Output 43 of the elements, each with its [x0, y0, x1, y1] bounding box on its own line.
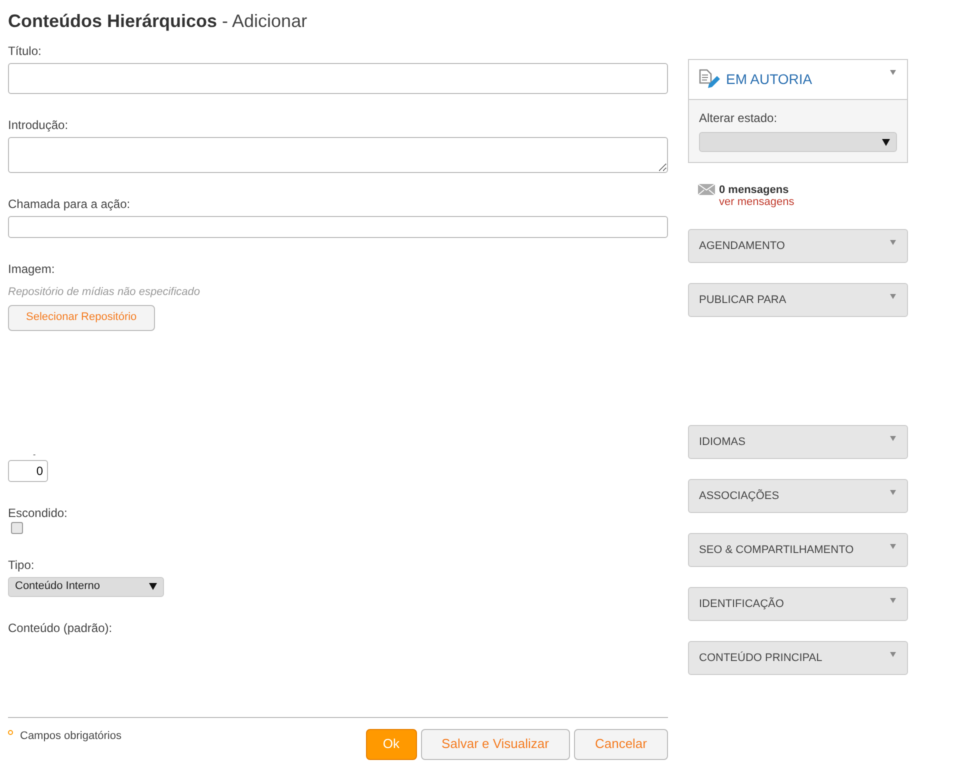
caret-icon — [149, 583, 157, 590]
section-header[interactable]: IDENTIFICAÇÃO — [688, 587, 908, 621]
envelope-icon — [698, 184, 715, 195]
document-pencil-icon — [698, 69, 720, 90]
field-label: Escondido: — [8, 506, 68, 520]
caret-icon — [890, 598, 896, 603]
status-title: EM AUTORIA — [726, 70, 812, 89]
caret-icon — [890, 436, 896, 441]
section-header[interactable]: IDIOMAS — [688, 425, 908, 459]
required-icon — [8, 730, 13, 734]
field-label: Conteúdo (padrão): — [8, 620, 114, 634]
caret-icon — [890, 652, 896, 657]
section-header[interactable]: CONTEÚDO PRINCIPAL — [688, 641, 908, 675]
messages-link[interactable]: ver mensagens — [719, 196, 794, 208]
caret-icon — [882, 138, 890, 146]
number-field[interactable]: 0 — [8, 460, 48, 482]
caret-icon[interactable] — [890, 70, 896, 75]
caret-icon — [890, 544, 896, 549]
select-value: Conteúdo Interno — [15, 579, 100, 594]
field-label: Tipo: — [8, 558, 36, 572]
section-header[interactable]: ASSOCIAÇÕES — [688, 479, 908, 513]
caret-icon — [890, 294, 896, 299]
input-field[interactable] — [8, 63, 668, 94]
field-label: Imagem: — [8, 262, 56, 276]
text-area[interactable] — [8, 137, 668, 173]
section-header[interactable]: AGENDAMENTO — [688, 229, 908, 263]
section-header[interactable]: SEO & COMPARTILHAMENTO — [688, 533, 908, 567]
section-header[interactable]: PUBLICAR PARA — [688, 283, 908, 317]
caret-icon — [890, 240, 896, 245]
state-select[interactable] — [699, 132, 897, 152]
input-field[interactable] — [8, 216, 668, 238]
select-dropdown[interactable]: Conteúdo Interno — [8, 576, 164, 596]
message-count: 0 mensagens — [719, 184, 790, 196]
field-label: Título: — [8, 44, 42, 58]
hint-text: Repositório de mídias não especificado — [8, 285, 202, 300]
caret-icon — [890, 490, 896, 495]
field-label: Alterar estado: — [699, 111, 778, 125]
page-title: Conteúdos Hierárquicos - Adicionar — [8, 10, 308, 32]
field-label: - — [33, 450, 37, 458]
field-label: Chamada para a ação: — [8, 197, 132, 211]
checkbox[interactable] — [11, 522, 23, 534]
required-note: Campos obrigatórios — [20, 728, 122, 744]
field-label: Introdução: — [8, 118, 70, 132]
